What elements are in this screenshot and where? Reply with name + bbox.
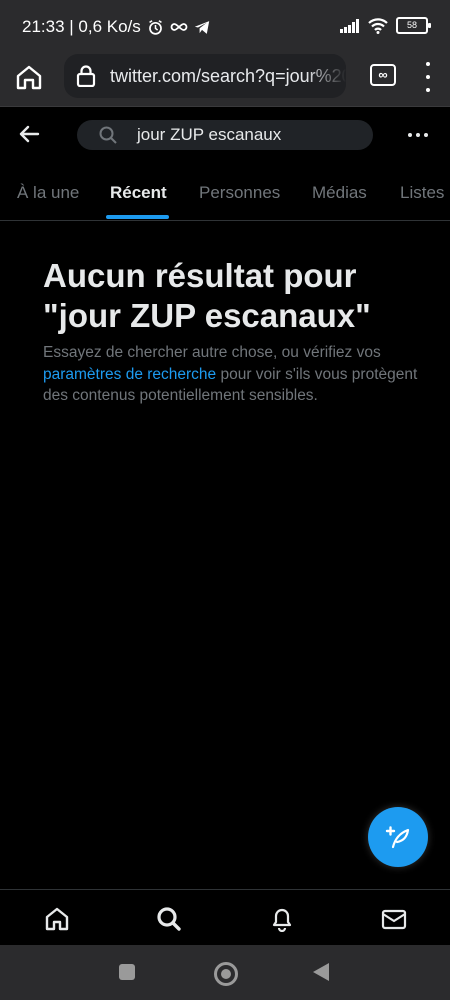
- empty-state-title: Aucun résultat pour "jour ZUP escanaux": [43, 257, 371, 334]
- telegram-icon: [194, 20, 209, 34]
- notifications-bell-icon[interactable]: [269, 906, 295, 932]
- empty-desc-prefix: Essayez de chercher autre chose, ou véri…: [43, 344, 381, 361]
- recent-apps-icon[interactable]: [119, 964, 135, 980]
- back-arrow-icon[interactable]: [18, 125, 40, 143]
- url-bar[interactable]: twitter.com/search?q=jour%20ZUP%20escana…: [64, 54, 346, 98]
- battery-level: 58: [406, 20, 417, 30]
- home-icon[interactable]: [44, 906, 70, 932]
- search-header: jour ZUP escanaux: [0, 107, 450, 163]
- infinity-icon: [170, 23, 188, 31]
- search-nav-icon[interactable]: [156, 906, 182, 932]
- browser-home-icon[interactable]: [14, 62, 44, 92]
- tab-switcher-icon[interactable]: ∞: [370, 64, 396, 86]
- more-options-icon[interactable]: [408, 133, 428, 137]
- bottom-nav: [0, 889, 450, 946]
- search-icon: [99, 126, 117, 144]
- status-left: 21:33 | 0,6 Ko/s: [22, 17, 210, 37]
- status-bar: 21:33 | 0,6 Ko/s 58: [0, 0, 450, 52]
- tab-people[interactable]: Personnes: [199, 183, 280, 203]
- browser-menu-icon[interactable]: [421, 62, 435, 92]
- compose-feather-icon: [385, 826, 410, 849]
- tab-media[interactable]: Médias: [312, 183, 367, 203]
- active-tab-indicator: [106, 215, 169, 219]
- status-right: 58: [340, 17, 431, 34]
- compose-tweet-button[interactable]: [368, 807, 428, 867]
- wifi-icon: [368, 17, 388, 34]
- battery-icon: 58: [396, 17, 431, 34]
- signal-icon: [340, 18, 359, 33]
- system-nav-bar: [0, 945, 450, 1000]
- search-settings-link[interactable]: paramètres de recherche: [43, 366, 216, 383]
- browser-toolbar: twitter.com/search?q=jour%20ZUP%20escana…: [0, 52, 450, 107]
- url-fade: [306, 54, 346, 98]
- messages-envelope-icon[interactable]: [381, 906, 407, 932]
- tab-top[interactable]: À la une: [17, 183, 79, 203]
- search-query: jour ZUP escanaux: [137, 125, 282, 144]
- system-back-icon[interactable]: [313, 963, 329, 981]
- status-time-speed: 21:33 | 0,6 Ko/s: [22, 17, 141, 36]
- empty-state-description: Essayez de chercher autre chose, ou véri…: [43, 342, 423, 407]
- tab-lists[interactable]: Listes: [400, 183, 444, 203]
- alarm-icon: [148, 19, 162, 35]
- search-input[interactable]: jour ZUP escanaux: [77, 120, 373, 150]
- lock-icon: [76, 65, 96, 87]
- search-tabs: À la une Récent Personnes Médias Listes: [0, 163, 450, 221]
- tab-latest[interactable]: Récent: [110, 183, 167, 203]
- home-circle-icon[interactable]: [214, 962, 238, 986]
